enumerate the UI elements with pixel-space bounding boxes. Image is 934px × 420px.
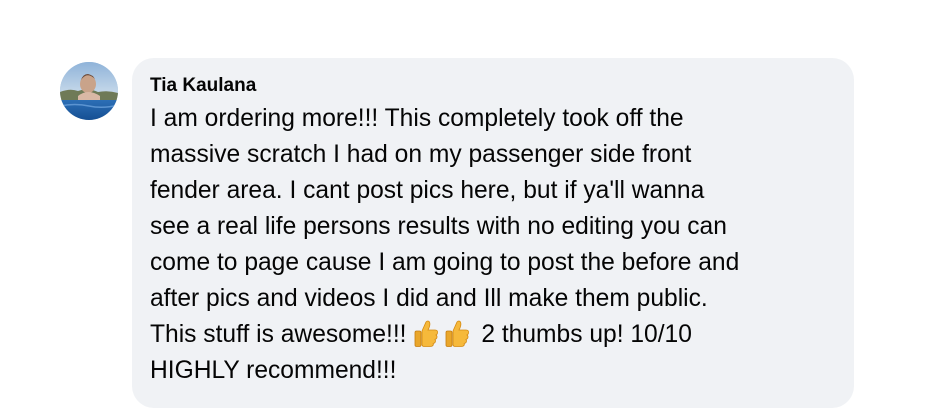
comment-line-2: massive scratch I had on my passenger si… <box>150 141 692 168</box>
comment-text: I am ordering more!!! This completely to… <box>150 101 836 389</box>
comment-line-7: This stuff is awesome!!! 2 thumbs up! 10… <box>150 320 692 348</box>
thumbs-up-icon <box>414 320 439 347</box>
comment-line-7-end: 2 thumbs up! 10/10 <box>481 321 692 348</box>
avatar-photo-icon <box>60 62 118 120</box>
comment-line-4: see a real life persons results with no … <box>150 213 727 240</box>
thumbs-up-icon <box>445 320 470 347</box>
comment-author[interactable]: Tia Kaulana <box>150 74 836 98</box>
thumbs-up-emojis <box>413 320 475 348</box>
comment-line-7-start: This stuff is awesome!!! <box>150 321 414 348</box>
comment-line-8: HIGHLY recommend!!! <box>150 357 397 384</box>
avatar[interactable] <box>60 62 118 120</box>
comment-line-5: come to page cause I am going to post th… <box>150 249 740 276</box>
comment-line-1: I am ordering more!!! This completely to… <box>150 105 684 132</box>
comment-bubble: Tia Kaulana I am ordering more!!! This c… <box>132 58 854 408</box>
comment: Tia Kaulana I am ordering more!!! This c… <box>60 58 860 410</box>
comment-line-3: fender area. I cant post pics here, but … <box>150 177 705 204</box>
comment-line-6: after pics and videos I did and Ill make… <box>150 285 708 312</box>
